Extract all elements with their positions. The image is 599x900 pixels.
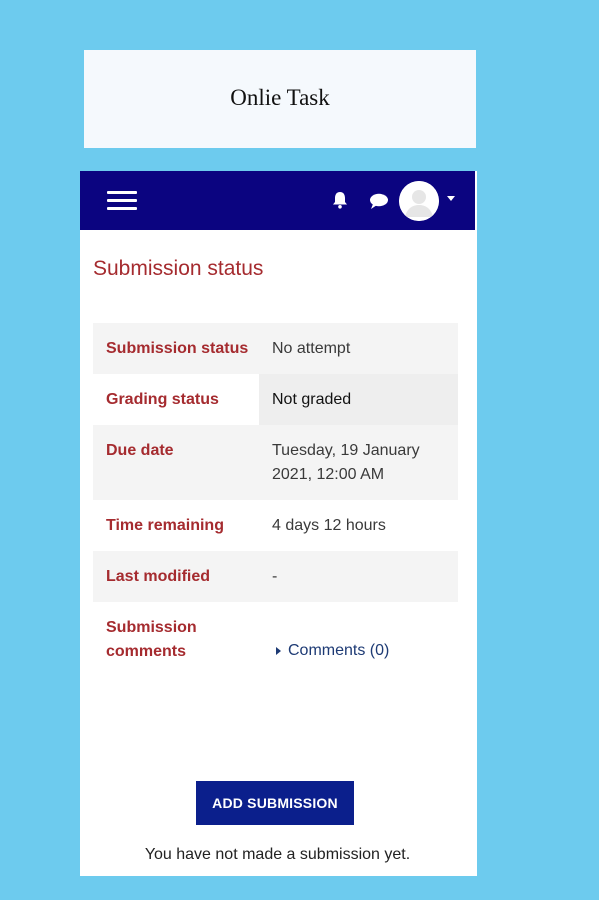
page-title-box: Onlie Task xyxy=(84,50,476,148)
table-row: Time remaining 4 days 12 hours xyxy=(93,500,458,551)
add-submission-button[interactable]: ADD SUBMISSION xyxy=(196,781,354,825)
user-avatar[interactable] xyxy=(399,181,439,221)
section-heading: Submission status xyxy=(93,257,264,280)
mobile-screen: Submission status Submission status No a… xyxy=(80,171,477,876)
bell-icon[interactable] xyxy=(330,190,350,210)
row-label: Submission status xyxy=(106,340,249,357)
chat-bubble-icon[interactable] xyxy=(368,192,390,210)
row-value: 4 days 12 hours xyxy=(272,517,386,534)
row-label: Grading status xyxy=(106,391,219,408)
table-row: Submission comments Comments (0) xyxy=(93,602,458,677)
submission-note: You have not made a submission yet. xyxy=(144,846,411,863)
row-value: Tuesday, 19 January 2021, 12:00 AM xyxy=(272,442,420,483)
row-label: Submission comments xyxy=(106,619,197,660)
row-value: No attempt xyxy=(272,340,351,357)
comments-link-label: Comments (0) xyxy=(288,642,390,659)
comments-toggle-link[interactable]: Comments (0) xyxy=(276,639,389,663)
table-row: Grading status Not graded xyxy=(93,374,458,425)
table-row: Last modified - xyxy=(93,551,458,602)
row-label: Time remaining xyxy=(106,517,224,534)
triangle-right-icon xyxy=(276,647,281,655)
table-row: Submission status No attempt xyxy=(93,323,458,374)
top-navbar xyxy=(80,171,475,230)
row-label: Due date xyxy=(106,442,174,459)
row-label: Last modified xyxy=(106,568,211,585)
table-row: Due date Tuesday, 19 January 2021, 12:00… xyxy=(93,425,458,500)
hamburger-menu-icon[interactable] xyxy=(107,191,137,211)
row-value: Comments (0) xyxy=(259,602,458,677)
page-title: Onlie Task xyxy=(230,85,330,110)
caret-down-icon[interactable] xyxy=(447,196,455,201)
submission-status-table: Submission status No attempt Grading sta… xyxy=(93,323,458,677)
row-value: - xyxy=(272,568,278,585)
row-value: Not graded xyxy=(259,374,458,425)
